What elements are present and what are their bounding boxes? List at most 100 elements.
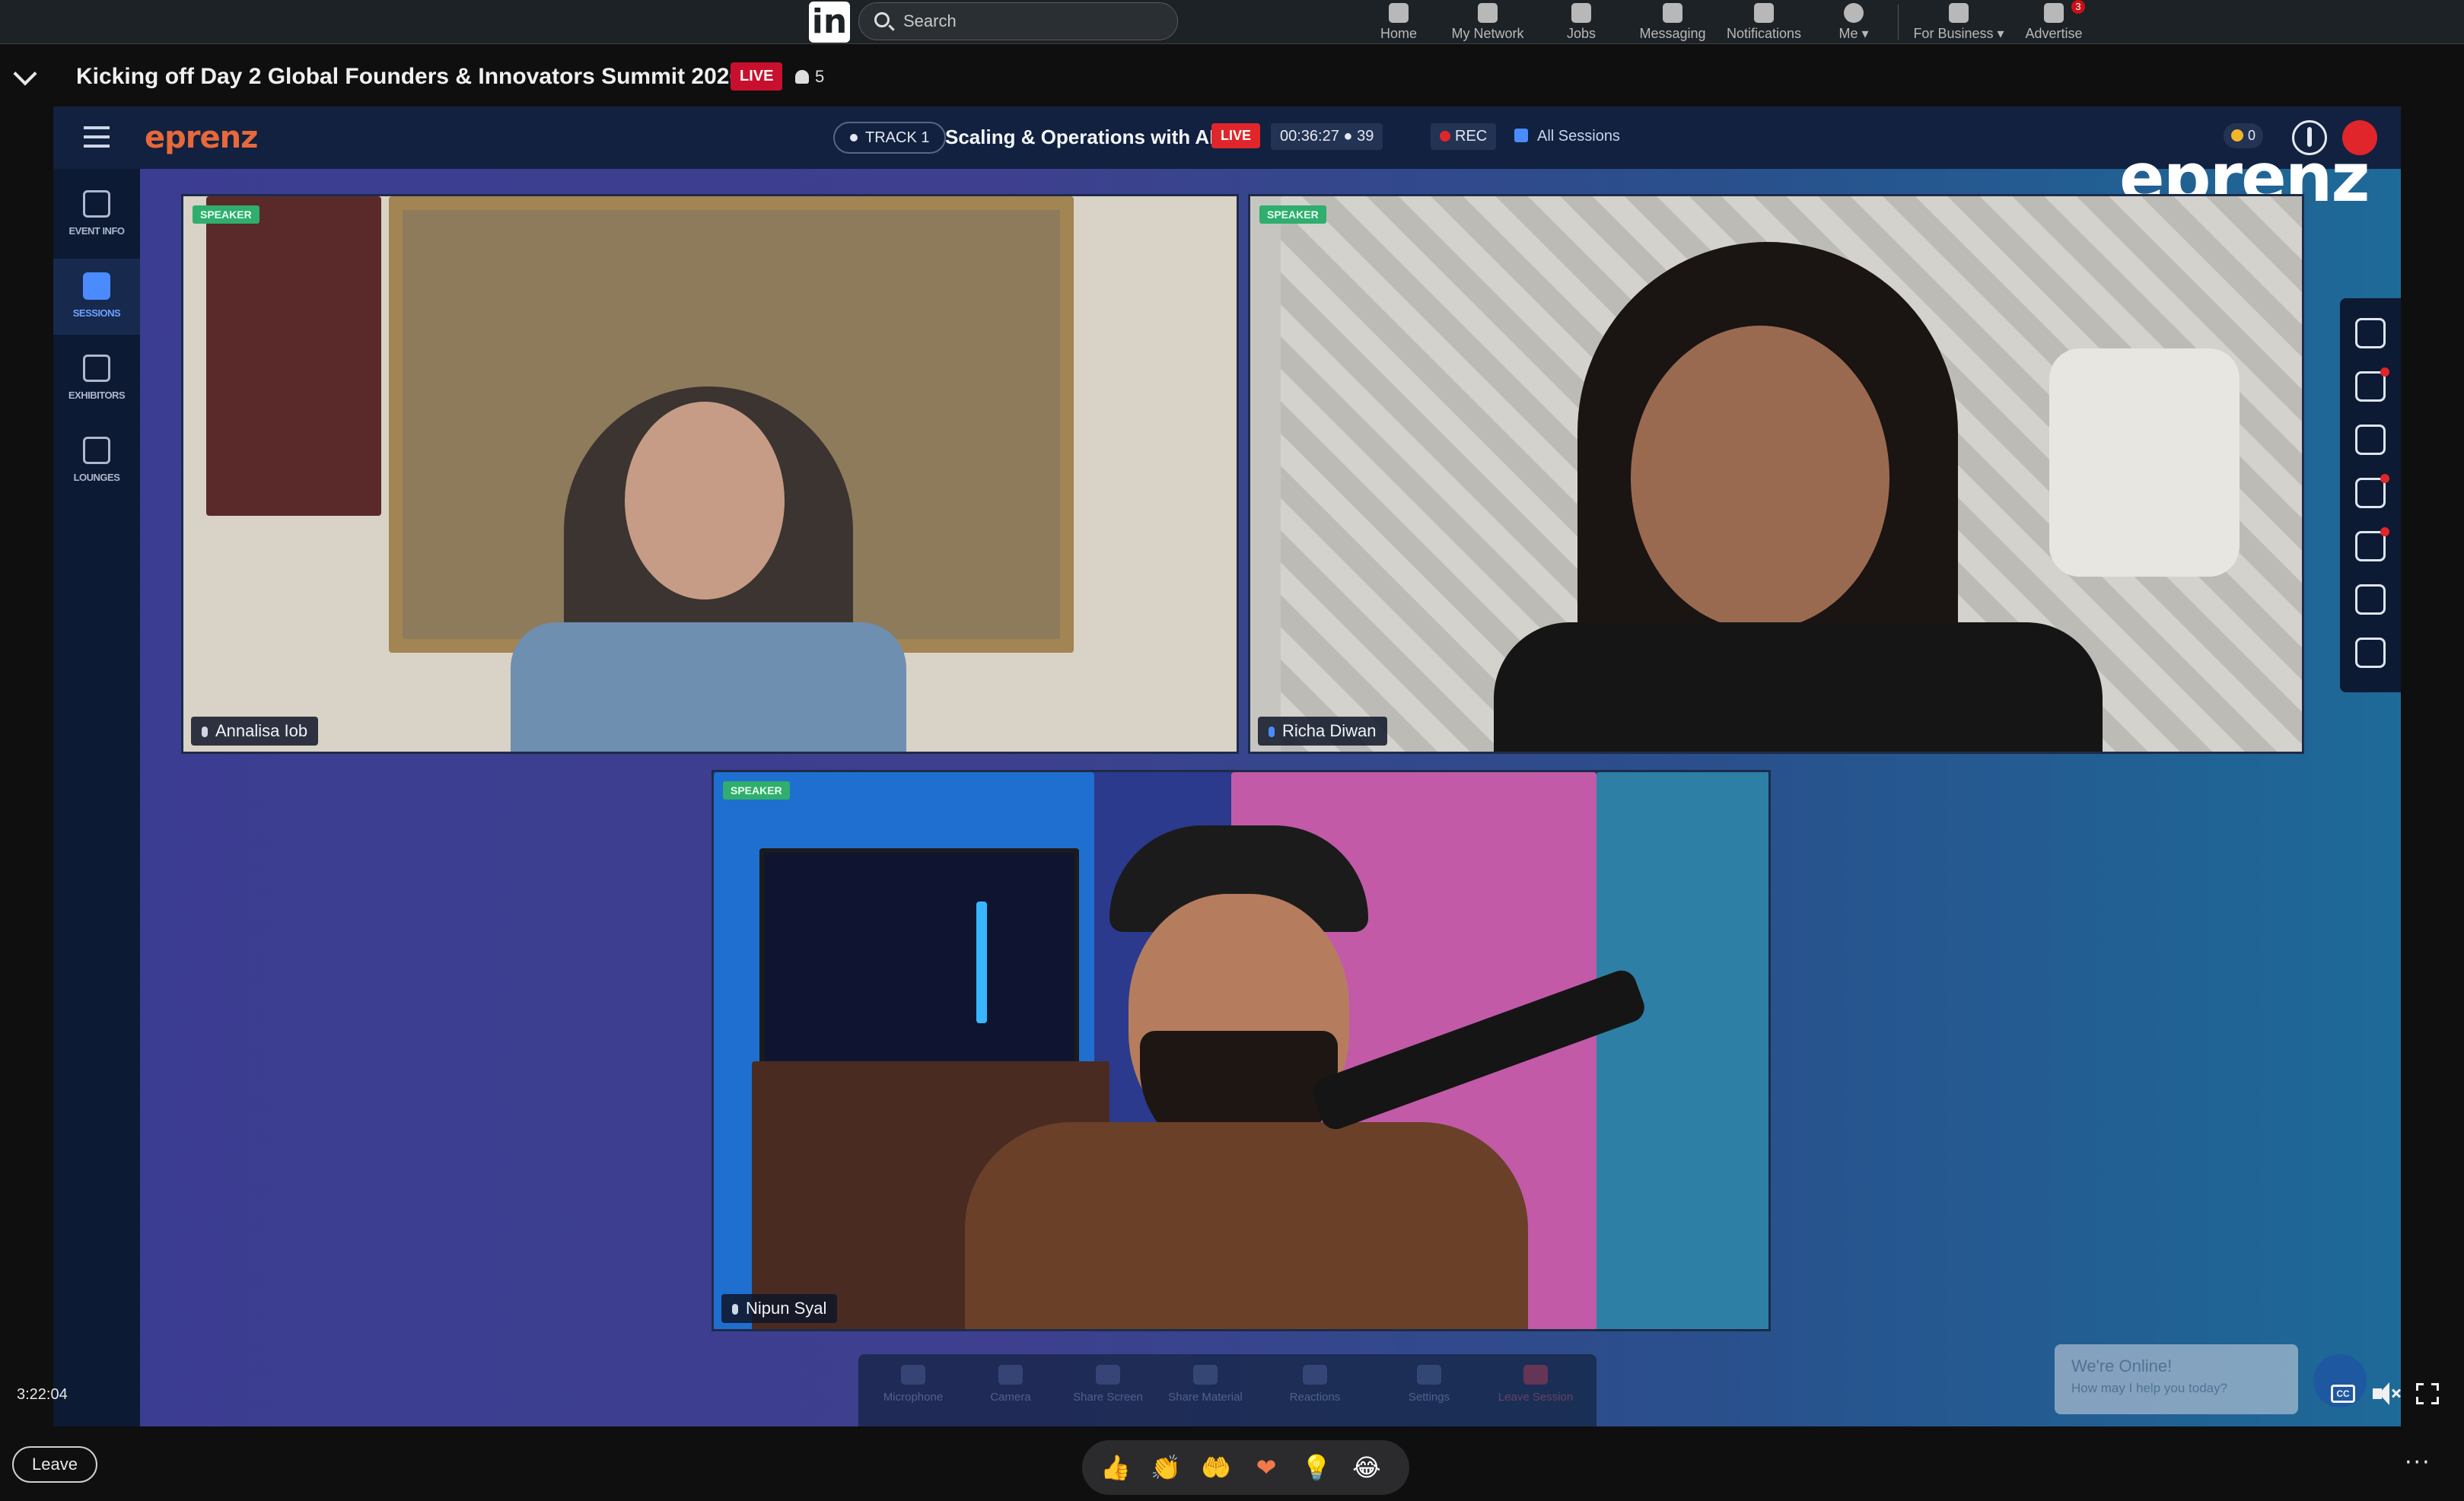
microphone-icon xyxy=(901,1365,925,1385)
nav-jobs[interactable]: Jobs xyxy=(1560,0,1603,44)
attendee-count: 39 xyxy=(1357,128,1374,145)
alert-dot xyxy=(2380,474,2389,483)
rail-item-exhibitors: EXHIBITORS xyxy=(53,341,140,417)
control-share-material: Share Material xyxy=(1160,1365,1251,1404)
rail-label: EVENT INFO xyxy=(68,225,125,237)
clap-reaction-icon[interactable]: 👏 xyxy=(1149,1451,1183,1484)
wall-frame xyxy=(206,196,381,516)
speaker-name-text: Annalisa Iob xyxy=(215,721,308,740)
speaker-tag: SPEAKER xyxy=(193,205,259,224)
eprenz-left-rail: EVENT INFO SESSIONS EXHIBITORS LOUNGES xyxy=(53,169,140,1426)
speaker-tile: SPEAKER Richa Diwan xyxy=(1248,194,2304,754)
insightful-reaction-icon[interactable]: 💡 xyxy=(1300,1451,1333,1484)
viewer-count: 5 xyxy=(795,67,824,87)
person-shirt xyxy=(511,622,906,752)
rail-item-sessions: SESSIONS xyxy=(53,259,140,335)
track-label: TRACK 1 xyxy=(865,129,930,146)
nav-jobs-label: Jobs xyxy=(1566,26,1597,41)
network-icon xyxy=(1478,3,1498,23)
chevron-down-icon: ▾ xyxy=(1997,26,2004,41)
support-reaction-icon[interactable]: 🤲 xyxy=(1199,1451,1233,1484)
corner xyxy=(2416,1397,2424,1404)
all-sessions-label: All Sessions xyxy=(1537,128,1620,145)
home-icon xyxy=(1389,3,1409,23)
nav-my-network[interactable]: My Network xyxy=(1446,0,1530,44)
search-input[interactable] xyxy=(903,11,1162,32)
share-icon xyxy=(2355,638,2386,668)
lamp xyxy=(2049,348,2240,577)
speaker-name-text: Nipun Syal xyxy=(746,1299,827,1318)
video-stream[interactable]: eprenz TRACK 1 Scaling & Operations with… xyxy=(53,107,2401,1426)
nav-notifications-label: Notifications xyxy=(1726,26,1802,41)
control-reactions: Reactions xyxy=(1269,1365,1361,1404)
support-icon xyxy=(2355,584,2386,615)
chat-icon xyxy=(2355,527,2389,561)
eprenz-right-rail xyxy=(2340,298,2401,692)
lounge-icon xyxy=(83,437,110,464)
teal-wall xyxy=(1597,772,1768,1329)
linkedin-logo[interactable]: in xyxy=(809,2,850,43)
notification-badge: 3 xyxy=(2071,0,2085,14)
love-reaction-icon[interactable]: ❤ xyxy=(1250,1451,1283,1484)
question-icon xyxy=(2355,474,2389,508)
chat-widget-title: We're Online! xyxy=(2071,1356,2173,1375)
control-leave-session: Leave Session xyxy=(1490,1365,1581,1404)
nav-for-business[interactable]: For Business ▾ xyxy=(1912,0,2006,44)
viewer-count-value: 5 xyxy=(815,67,825,86)
speaker-name-text: Richa Diwan xyxy=(1282,721,1377,740)
play-icon xyxy=(83,272,110,300)
alert-dot xyxy=(2380,527,2389,536)
control-settings: Settings xyxy=(1383,1365,1475,1404)
nav-home[interactable]: Home xyxy=(1374,0,1424,44)
chevron-down-icon[interactable] xyxy=(13,62,37,86)
nav-advertise[interactable]: 3 Advertise xyxy=(2020,0,2088,44)
session-controls: Microphone Camera Share Screen Share Mat… xyxy=(858,1354,1597,1426)
briefcase-icon xyxy=(1571,3,1591,23)
speaker-name: Richa Diwan xyxy=(1258,717,1387,746)
nav-me-label: Me xyxy=(1838,26,1858,41)
more-options-icon[interactable]: ··· xyxy=(2405,1449,2431,1476)
corner xyxy=(2431,1383,2439,1391)
nav-me[interactable]: Me ▾ xyxy=(1832,0,1875,44)
corner xyxy=(2431,1397,2439,1404)
jacket xyxy=(965,1122,1528,1329)
bell-icon xyxy=(1754,3,1774,23)
event-title: Kicking off Day 2 Global Founders & Inno… xyxy=(76,64,743,89)
nav-notifications[interactable]: Notifications xyxy=(1723,0,1805,44)
like-reaction-icon[interactable]: 👍 xyxy=(1099,1451,1132,1484)
event-header: Kicking off Day 2 Global Founders & Inno… xyxy=(0,46,2464,107)
bottom-bar: Leave 👍 👏 🤲 ❤ 💡 😂 ··· xyxy=(0,1426,2464,1501)
mute-icon[interactable] xyxy=(2373,1382,2402,1405)
leave-button[interactable]: Leave xyxy=(12,1446,97,1483)
live-badge: LIVE xyxy=(731,62,783,91)
monitor xyxy=(759,848,1079,1069)
closed-captions-icon[interactable]: CC xyxy=(2331,1385,2355,1403)
funny-reaction-icon[interactable]: 😂 xyxy=(1350,1451,1383,1484)
fullscreen-icon[interactable] xyxy=(2416,1383,2439,1404)
rail-label: SESSIONS xyxy=(72,307,121,319)
session-live-badge: LIVE xyxy=(1211,123,1261,148)
session-title: Scaling & Operations with AI xyxy=(945,126,1215,148)
nav-messaging[interactable]: Messaging xyxy=(1635,0,1711,44)
share-screen-icon xyxy=(1096,1365,1120,1385)
control-share-screen: Share Screen xyxy=(1062,1365,1154,1404)
speaker-name: Nipun Syal xyxy=(721,1294,838,1323)
eprenz-topbar: eprenz TRACK 1 Scaling & Operations with… xyxy=(53,107,2401,169)
search-box[interactable] xyxy=(858,2,1178,40)
leave-icon xyxy=(1523,1365,1548,1385)
reactions-icon xyxy=(1303,1365,1327,1385)
linkedin-top-nav: in Home My Network Jobs Messaging Notifi… xyxy=(0,0,2464,44)
mic-icon xyxy=(732,1304,738,1315)
poll-icon xyxy=(2355,425,2386,455)
session-timer: 00:36:27 ● 39 xyxy=(1271,123,1383,150)
chevron-down-icon: ▾ xyxy=(1861,26,1869,41)
track-pill: TRACK 1 xyxy=(833,122,947,154)
mic-icon xyxy=(202,727,208,737)
camera-icon xyxy=(998,1365,1023,1385)
rec-indicator: REC xyxy=(1431,123,1497,150)
search-icon xyxy=(874,12,890,27)
nav-for-business-label: For Business xyxy=(1913,26,1994,41)
nav-messaging-label: Messaging xyxy=(1639,26,1706,41)
profile-icon xyxy=(2355,318,2386,348)
chat-widget-subtitle: How may I help you today? xyxy=(2071,1381,2228,1395)
